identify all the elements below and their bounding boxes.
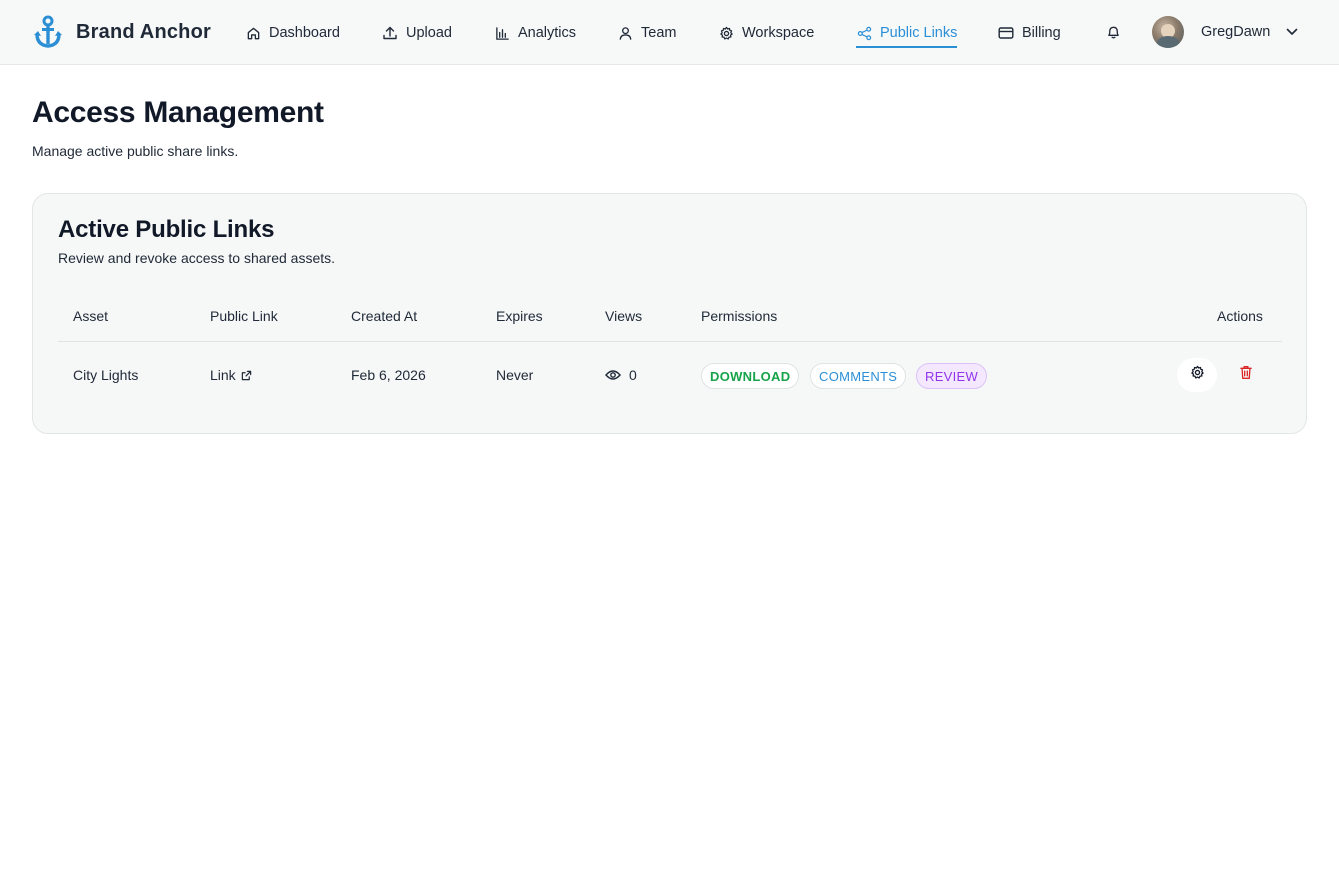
- chevron-down-icon: [1286, 26, 1298, 38]
- upload-icon: [382, 25, 398, 41]
- created-at: Feb 6, 2026: [351, 367, 426, 383]
- nav-upload-label: Upload: [406, 25, 452, 41]
- expires: Never: [496, 367, 534, 383]
- external-link-icon: [241, 370, 252, 381]
- nav-billing-label: Billing: [1022, 25, 1061, 41]
- views-count: 0: [629, 367, 637, 383]
- link-settings-button[interactable]: [1177, 358, 1217, 392]
- nav-dashboard[interactable]: Dashboard: [245, 20, 340, 46]
- card-subtitle: Review and revoke access to shared asset…: [58, 250, 336, 266]
- public-link[interactable]: Link: [210, 367, 252, 383]
- column-header-public-link: Public Link: [210, 308, 278, 324]
- nav-upload[interactable]: Upload: [382, 20, 452, 46]
- public-link-label: Link: [210, 367, 236, 383]
- anchor-icon: [34, 15, 62, 49]
- gear-icon: [1190, 365, 1205, 385]
- trash-icon: [1239, 365, 1253, 385]
- avatar: [1152, 16, 1184, 48]
- asset-name: City Lights: [73, 367, 139, 383]
- column-header-asset: Asset: [73, 308, 109, 324]
- nav-workspace[interactable]: Workspace: [718, 20, 814, 46]
- gear-icon: [718, 25, 734, 41]
- top-navigation-bar: Brand Anchor Dashboard Upload Analytics …: [0, 0, 1339, 65]
- nav-team[interactable]: Team: [617, 20, 676, 46]
- column-header-expires: Expires: [496, 308, 543, 324]
- nav-public-links[interactable]: Public Links: [856, 20, 958, 48]
- permission-badge-download: DOWNLOAD: [701, 363, 800, 389]
- share-icon: [856, 25, 872, 41]
- brand[interactable]: Brand Anchor: [34, 14, 211, 50]
- nav-workspace-label: Workspace: [742, 25, 815, 41]
- revoke-link-button[interactable]: [1234, 360, 1258, 390]
- user-icon: [617, 25, 633, 41]
- user-menu[interactable]: GregDawn: [1152, 16, 1298, 48]
- nav-analytics[interactable]: Analytics: [494, 20, 576, 46]
- home-icon: [245, 25, 261, 41]
- column-header-actions: Actions: [1217, 308, 1263, 324]
- page-subtitle: Manage active public share links.: [32, 143, 239, 159]
- nav-dashboard-label: Dashboard: [269, 25, 340, 41]
- page-title: Access Management: [32, 96, 324, 129]
- nav-billing[interactable]: Billing: [998, 20, 1061, 46]
- column-header-views: Views: [605, 308, 643, 324]
- permission-badge-review: REVIEW: [916, 363, 988, 389]
- nav-public-links-label: Public Links: [880, 25, 958, 41]
- table-header-divider: [58, 341, 1282, 342]
- nav-team-label: Team: [641, 25, 677, 41]
- views: 0: [605, 367, 637, 383]
- brand-name: Brand Anchor: [76, 20, 211, 43]
- nav-analytics-label: Analytics: [518, 25, 577, 41]
- permission-badge-comments: COMMENTS: [810, 363, 907, 389]
- bell-icon[interactable]: [1104, 23, 1122, 41]
- column-header-created-at: Created At: [351, 308, 418, 324]
- credit-card-icon: [998, 25, 1014, 41]
- user-name: GregDawn: [1201, 24, 1271, 40]
- column-header-permissions: Permissions: [701, 308, 778, 324]
- card-title: Active Public Links: [58, 216, 275, 243]
- eye-icon: [605, 369, 621, 381]
- active-public-links-card: Active Public Links Review and revoke ac…: [32, 193, 1307, 434]
- bar-chart-icon: [494, 25, 510, 41]
